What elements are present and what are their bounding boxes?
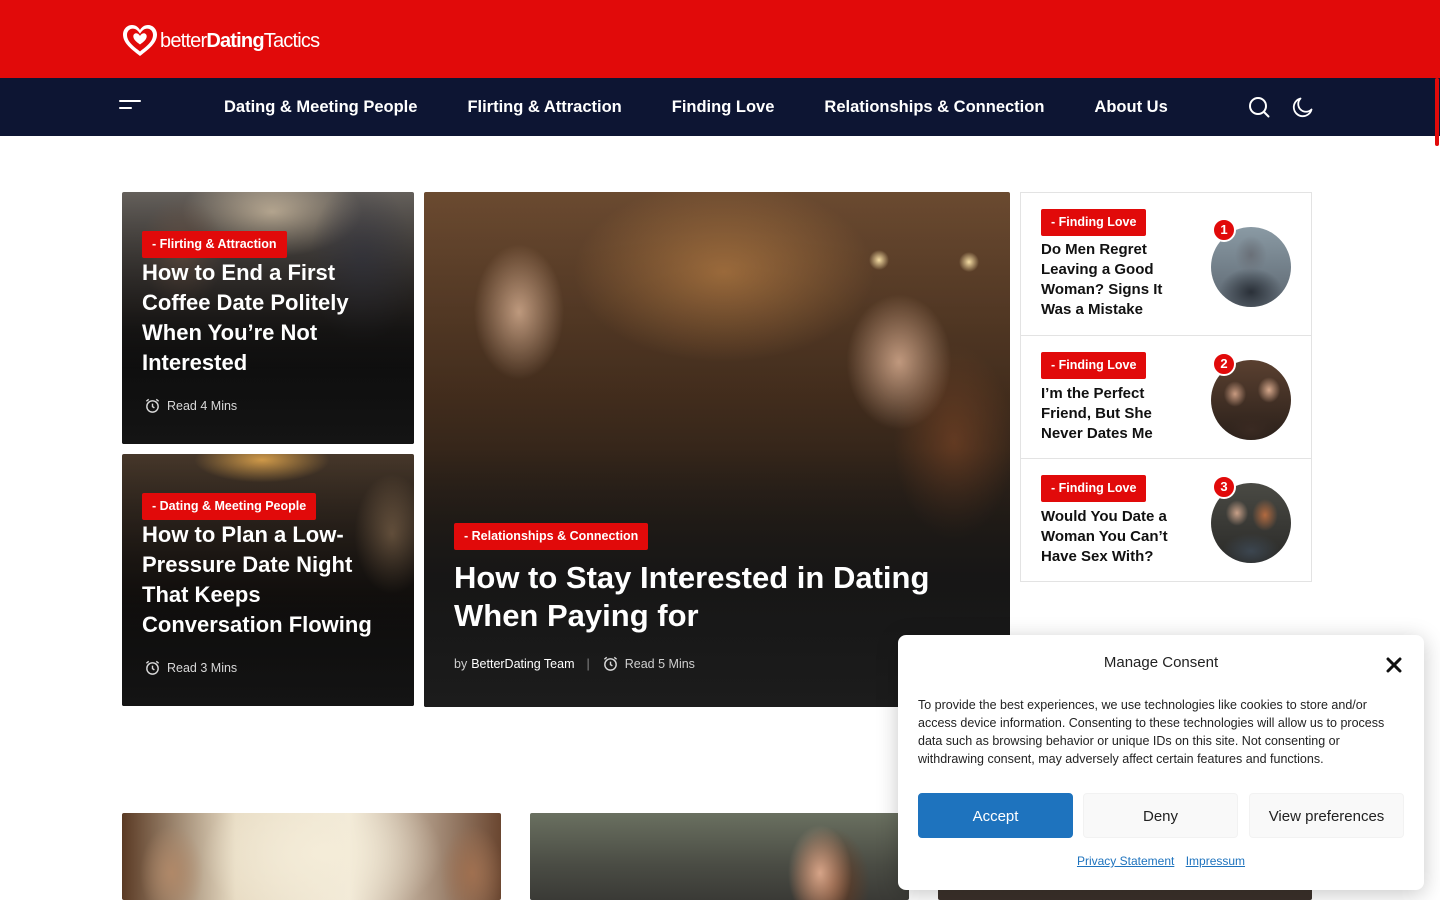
logo-text: betterDatingTactics (160, 29, 320, 52)
category-tag[interactable]: - Dating & Meeting People (142, 493, 317, 520)
category-tag[interactable]: - Finding Love (1041, 352, 1147, 379)
read-time-label: Read 5 Mins (624, 656, 695, 671)
nav-item-finding-love[interactable]: Finding Love (672, 98, 775, 117)
deny-button[interactable]: Deny (1083, 793, 1238, 838)
list-item[interactable]: - Finding Love I’m the Perfect Friend, B… (1021, 336, 1311, 459)
article-title[interactable]: Do Men Regret Leaving a Good Woman? Sign… (1041, 240, 1181, 320)
privacy-statement-link[interactable]: Privacy Statement (1077, 854, 1174, 868)
nav-item-about-us[interactable]: About Us (1094, 98, 1167, 117)
top-header: betterDatingTactics (0, 0, 1440, 78)
view-preferences-button[interactable]: View preferences (1249, 793, 1404, 838)
cookie-consent-dialog: Manage Consent To provide the best exper… (898, 635, 1424, 890)
list-item[interactable]: - Finding Love Do Men Regret Leaving a G… (1021, 193, 1311, 336)
article-title[interactable]: Would You Date a Woman You Can’t Have Se… (1041, 507, 1181, 567)
consent-title: Manage Consent (1103, 654, 1219, 671)
read-time: Read 4 Mins (144, 397, 237, 414)
list-item[interactable]: - Finding Love Would You Date a Woman Yo… (1021, 459, 1311, 582)
article-card-image[interactable] (530, 813, 909, 900)
category-tag[interactable]: - Flirting & Attraction (142, 231, 287, 258)
meta-divider: | (586, 656, 590, 671)
nav-menu: Dating & Meeting People Flirting & Attra… (224, 78, 1218, 136)
alarm-clock-icon (145, 398, 160, 413)
category-tag[interactable]: - Finding Love (1041, 475, 1147, 502)
category-tag[interactable]: - Finding Love (1041, 209, 1147, 236)
search-icon[interactable] (1247, 95, 1271, 119)
nav-item-dating-meeting-people[interactable]: Dating & Meeting People (224, 98, 417, 117)
main-navigation: Dating & Meeting People Flirting & Attra… (0, 78, 1440, 136)
trending-list: - Finding Love Do Men Regret Leaving a G… (1020, 192, 1312, 582)
read-time-label: Read 3 Mins (167, 660, 238, 675)
nav-item-relationships-connection[interactable]: Relationships & Connection (824, 98, 1044, 117)
alarm-clock-icon (603, 656, 617, 671)
featured-card-left-bottom[interactable]: - Dating & Meeting People How to Plan a … (122, 454, 414, 706)
scroll-progress-indicator (1435, 78, 1439, 146)
consent-links: Privacy Statement Impressum (898, 854, 1424, 868)
close-icon[interactable] (1384, 655, 1404, 675)
article-meta: by BetterDating Team | Read 5 Mins (454, 655, 695, 672)
dark-mode-moon-icon[interactable] (1291, 95, 1315, 119)
impressum-link[interactable]: Impressum (1186, 854, 1245, 868)
alarm-clock-icon (145, 660, 160, 675)
heart-logo-icon (123, 25, 157, 56)
article-title[interactable]: How to End a First Coffee Date Politely … (142, 258, 402, 378)
menu-icon[interactable] (119, 99, 143, 115)
article-card-image[interactable] (122, 813, 501, 900)
article-title[interactable]: How to Plan a Low-Pressure Date Night Th… (142, 520, 402, 640)
read-time: Read 3 Mins (144, 659, 237, 676)
rank-badge: 1 (1212, 218, 1236, 242)
featured-card-main[interactable]: - Relationships & Connection How to Stay… (424, 192, 1010, 707)
accept-button[interactable]: Accept (918, 793, 1073, 838)
author-name[interactable]: BetterDating Team (471, 657, 574, 671)
read-time-label: Read 4 Mins (167, 398, 238, 413)
category-tag[interactable]: - Relationships & Connection (454, 523, 649, 550)
rank-badge: 3 (1212, 475, 1236, 499)
article-title[interactable]: How to Stay Interested in Dating When Pa… (454, 559, 974, 635)
nav-item-flirting-attraction[interactable]: Flirting & Attraction (467, 98, 621, 117)
featured-card-left-top[interactable]: - Flirting & Attraction How to End a Fir… (122, 192, 414, 444)
rank-badge: 2 (1212, 352, 1236, 376)
article-title[interactable]: I’m the Perfect Friend, But She Never Da… (1041, 384, 1181, 444)
site-logo[interactable]: betterDatingTactics (121, 22, 320, 60)
consent-description: To provide the best experiences, we use … (918, 698, 1385, 766)
author-prefix: by (454, 656, 468, 671)
